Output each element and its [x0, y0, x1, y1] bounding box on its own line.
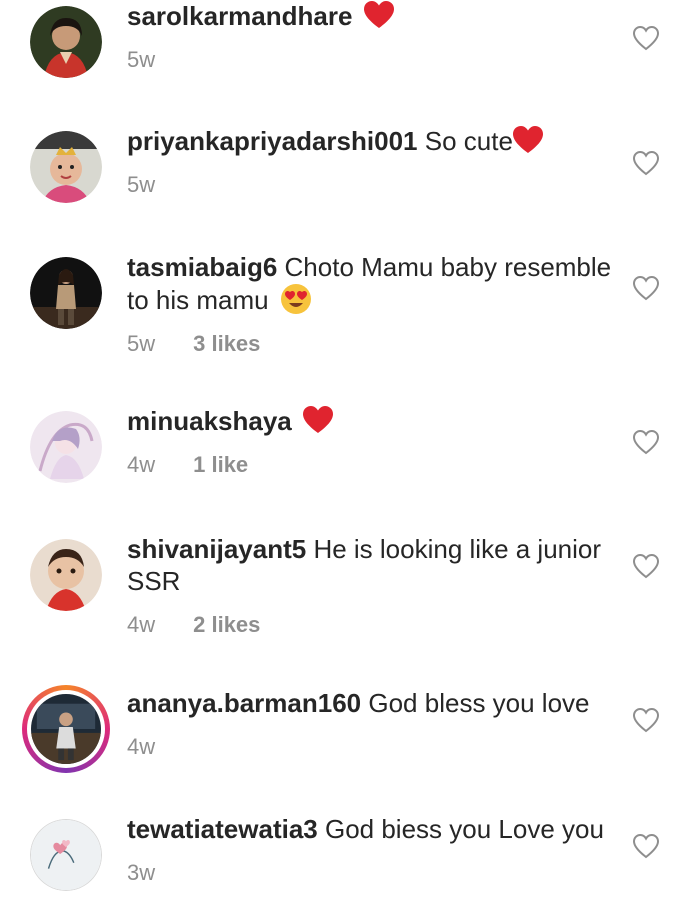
comment-body: sarolkarmandhare 5w [127, 0, 617, 76]
comment-body: tasmiabaig6 Choto Mamu baby resemble to … [127, 251, 617, 360]
comments-list: sarolkarmandhare 5w priyankapriyadarshi0… [0, 0, 700, 920]
comment-username[interactable]: priyankapriyadarshi001 [127, 126, 418, 156]
comment-username[interactable]: minuakshaya [127, 406, 292, 436]
comment-username[interactable]: ananya.barman160 [127, 688, 361, 718]
like-heart-icon[interactable] [632, 275, 660, 301]
comment-body: minuakshaya 4w 1 like [127, 405, 617, 481]
comment-timestamp: 5w [127, 47, 156, 72]
comment-username[interactable]: sarolkarmandhare [127, 1, 352, 31]
comment-username[interactable]: shivanijayant5 [127, 534, 306, 564]
avatar[interactable] [30, 539, 102, 611]
red-heart-icon [363, 1, 394, 29]
comment-text: God biess you Love you [324, 814, 604, 844]
avatar[interactable] [30, 257, 102, 329]
comment-timestamp: 5w [127, 172, 156, 197]
comment-text: God bless you love [368, 688, 590, 718]
comment-username[interactable]: tasmiabaig6 [127, 252, 277, 282]
comment-body: ananya.barman160 God bless you love 4w [127, 687, 617, 763]
red-heart-icon [302, 406, 333, 434]
avatar[interactable] [30, 131, 102, 203]
avatar[interactable] [30, 411, 102, 483]
comment-body: tewatiatewatia3 God biess you Love you 3… [127, 813, 617, 889]
comment-timestamp: 5w [127, 331, 156, 356]
like-heart-icon[interactable] [632, 25, 660, 51]
likes-count[interactable]: 2 likes [193, 609, 260, 641]
comment-timestamp: 4w [127, 734, 156, 759]
heart-eyes-icon [280, 283, 312, 315]
comment-username[interactable]: tewatiatewatia3 [127, 814, 318, 844]
comment-body: shivanijayant5 He is looking like a juni… [127, 533, 617, 641]
avatar[interactable] [30, 6, 102, 78]
avatar-story-ring[interactable] [22, 685, 110, 773]
like-heart-icon[interactable] [632, 429, 660, 455]
like-heart-icon[interactable] [632, 707, 660, 733]
like-heart-icon[interactable] [632, 553, 660, 579]
red-heart-icon [512, 126, 543, 154]
like-heart-icon[interactable] [632, 833, 660, 859]
likes-count[interactable]: 3 likes [193, 328, 260, 360]
likes-count[interactable]: 1 like [193, 449, 248, 481]
avatar [31, 694, 101, 764]
comment-timestamp: 3w [127, 860, 156, 885]
avatar[interactable] [30, 819, 102, 891]
comment-timestamp: 4w [127, 452, 156, 477]
like-heart-icon[interactable] [632, 150, 660, 176]
comment-timestamp: 4w [127, 612, 156, 637]
comment-text: So cute [424, 126, 513, 156]
comment-body: priyankapriyadarshi001 So cute 5w [127, 125, 617, 201]
